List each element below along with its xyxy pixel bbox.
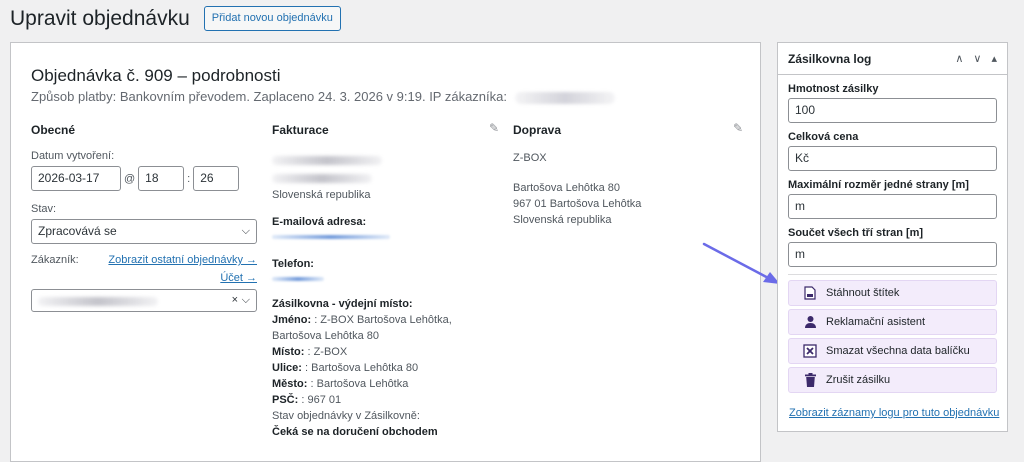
collapse-toggle-icon[interactable]: ▴ [991, 52, 997, 65]
payment-info: Způsob platby: Bankovním převodem. Zapla… [31, 89, 507, 104]
order-meta: Způsob platby: Bankovním převodem. Zapla… [31, 89, 615, 104]
log-panel-body: Hmotnost zásilky 100 Celková cena Kč Max… [778, 83, 1007, 393]
max-dimension-input[interactable]: m [788, 194, 997, 219]
edit-billing-icon[interactable]: ✎ [489, 121, 499, 135]
pickup-zip: : 967 01 [301, 394, 342, 406]
download-label-button[interactable]: Stáhnout štítek [788, 280, 997, 306]
price-label: Celková cena [788, 131, 859, 143]
pickup-place: : Z-BOX [307, 346, 348, 358]
billing-country: Slovenská republika [272, 189, 371, 201]
pickup-info: Zásilkovna - výdejní místo: Jméno: : Z-B… [272, 296, 499, 440]
account-link[interactable]: Účet → [220, 272, 257, 284]
pdf-icon [803, 286, 817, 300]
status-select[interactable]: Zpracovává se ⌵ [31, 219, 257, 244]
pointer-arrow [702, 242, 780, 284]
hour-input[interactable]: 18 [138, 166, 185, 191]
packeta-state-value: Čeká se na doručení obchodem [272, 426, 438, 438]
date-created-input[interactable]: 2026-03-17 [31, 166, 121, 191]
phone-label: Telefon: [272, 258, 314, 270]
date-created-label: Datum vytvoření: [31, 150, 115, 162]
clear-icon[interactable]: × [232, 289, 238, 312]
divider [788, 274, 997, 275]
time-colon: : [187, 172, 191, 185]
redacted-customer [38, 297, 158, 306]
at-sign: @ [124, 172, 136, 185]
pickup-title: Zásilkovna - výdejní místo: [272, 298, 413, 310]
customer-label: Zákazník: [31, 254, 79, 266]
claim-assistant-button[interactable]: Reklamační asistent [788, 309, 997, 335]
view-log-link[interactable]: Zobrazit záznamy logu pro tuto objednávk… [789, 407, 999, 419]
pickup-place-label: Místo: [272, 346, 305, 358]
pickup-zip-label: PSČ: [272, 394, 299, 406]
log-panel-header: Zásilkovna log ∧ ∨ ▴ [778, 43, 1007, 75]
packeta-state-label: Stav objednávky v Zásilkovně: [272, 410, 420, 422]
edit-shipping-icon[interactable]: ✎ [733, 121, 743, 135]
status-value: Zpracovává se [38, 224, 117, 238]
other-orders-link[interactable]: Zobrazit ostatní objednávky → [108, 254, 257, 266]
delete-package-data-text: Smazat všechna data balíčku [826, 345, 970, 357]
download-label-text: Stáhnout štítek [826, 287, 900, 299]
redacted-ip [514, 91, 615, 104]
move-up-icon[interactable]: ∧ [955, 52, 963, 65]
billing-section: Fakturace ✎ Slovenská republika E-mailov… [272, 121, 499, 440]
chevron-down-icon: ⌵ [241, 294, 250, 306]
page-header: Upravit objednávku Přidat novou objednáv… [10, 6, 341, 31]
delete-package-data-button[interactable]: Smazat všechna data balíčku [788, 338, 997, 364]
customer-select[interactable]: × ⌵ [31, 289, 257, 312]
packeta-log-panel: Zásilkovna log ∧ ∨ ▴ Hmotnost zásilky 10… [777, 42, 1008, 432]
chevron-down-icon: ⌵ [241, 225, 250, 237]
sum-dimension-label: Součet všech tří stran [m] [788, 227, 924, 239]
shipping-line-1: Z-BOX [513, 152, 547, 164]
weight-label: Hmotnost zásilky [788, 83, 879, 95]
order-details-panel: Objednávka č. 909 – podrobnosti Způsob p… [10, 42, 761, 462]
move-down-icon[interactable]: ∨ [973, 52, 981, 65]
panel-controls: ∧ ∨ ▴ [955, 52, 997, 65]
weight-input[interactable]: 100 [788, 98, 997, 123]
pickup-name-label: Jméno: [272, 314, 312, 326]
max-dimension-label: Maximální rozměr jedné strany [m] [788, 179, 969, 191]
redacted-billing-address [272, 174, 372, 183]
account-link-row: Účet → [31, 268, 257, 286]
shipping-line-2: Bartošova Lehôtka 80 [513, 182, 621, 194]
shipping-line-3: 967 01 Bartošova Lehôtka [513, 198, 642, 210]
pickup-city: : Bartošova Lehôtka [310, 378, 409, 390]
date-row: 2026-03-17 @ 18 : 26 [31, 166, 257, 191]
billing-title: Fakturace [272, 123, 329, 137]
order-heading: Objednávka č. 909 – podrobnosti [31, 66, 281, 85]
page-title: Upravit objednávku [10, 6, 190, 30]
cancel-shipment-text: Zrušit zásilku [826, 374, 891, 386]
shipping-section: Doprava ✎ Z-BOX Bartošova Lehôtka 80 967… [513, 121, 743, 228]
trash-icon [803, 373, 817, 387]
log-panel-title: Zásilkovna log [788, 51, 872, 66]
email-label: E-mailová adresa: [272, 216, 367, 228]
sum-dimension-input[interactable]: m [788, 242, 997, 267]
general-section: Obecné Datum vytvoření: 2026-03-17 @ 18 … [31, 123, 257, 312]
cancel-shipment-button[interactable]: Zrušit zásilku [788, 367, 997, 393]
redacted-billing-name [272, 156, 382, 165]
delete-box-icon [803, 344, 817, 358]
claim-assistant-text: Reklamační asistent [826, 316, 926, 328]
redacted-phone[interactable] [272, 277, 324, 281]
user-icon [803, 315, 817, 329]
customer-row: Zákazník: Zobrazit ostatní objednávky → [31, 254, 257, 266]
minute-input[interactable]: 26 [193, 166, 240, 191]
price-input[interactable]: Kč [788, 146, 997, 171]
add-order-button[interactable]: Přidat novou objednávku [203, 6, 341, 31]
status-label: Stav: [31, 203, 57, 215]
pickup-street: : Bartošova Lehôtka 80 [305, 362, 419, 374]
pickup-street-label: Ulice: [272, 362, 302, 374]
pickup-city-label: Město: [272, 378, 308, 390]
shipping-title: Doprava [513, 123, 562, 137]
redacted-email[interactable] [272, 235, 390, 239]
shipping-line-4: Slovenská republika [513, 214, 612, 226]
general-title: Obecné [31, 123, 76, 137]
